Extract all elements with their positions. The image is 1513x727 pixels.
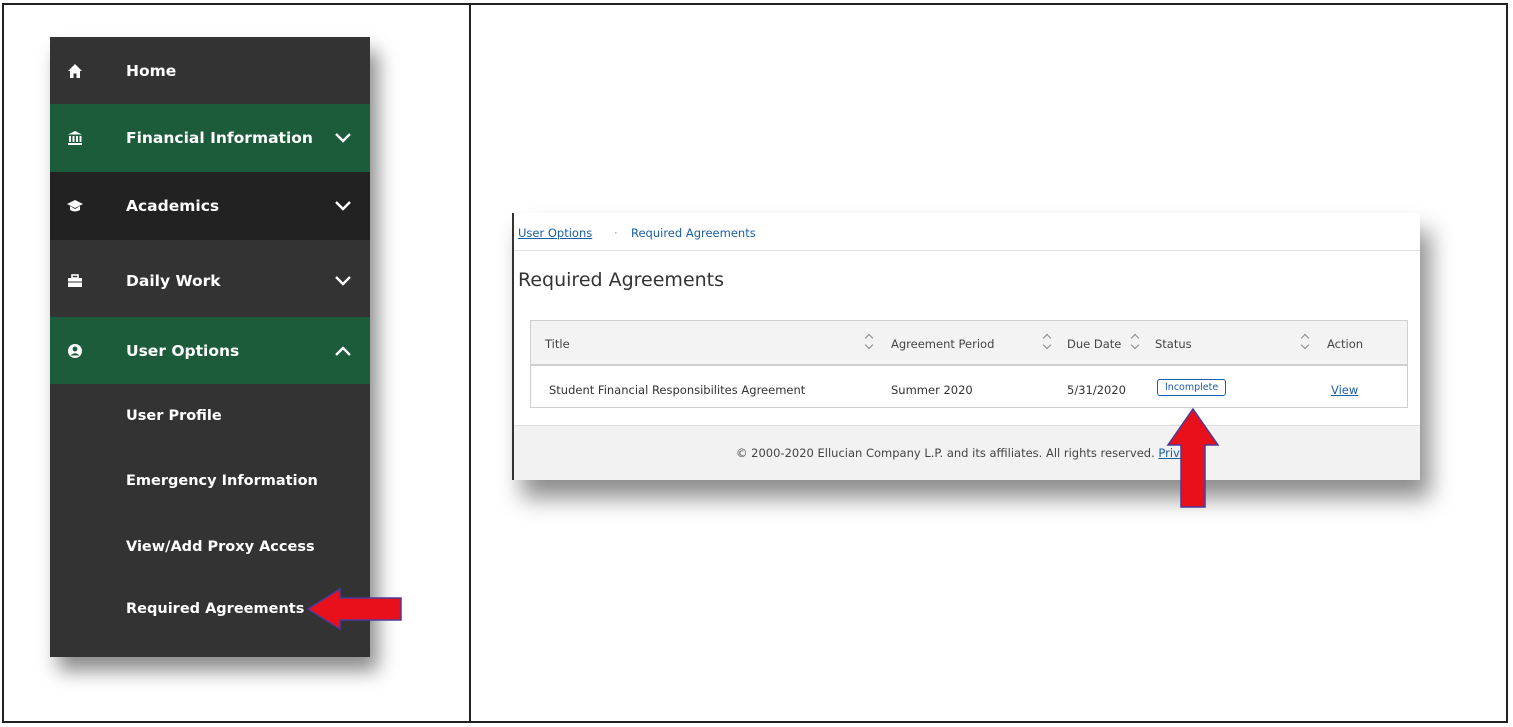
nav-subitem-label: User Profile [126,408,222,424]
breadcrumb-separator: · [614,226,618,240]
sort-icon[interactable] [1301,331,1311,353]
column-header-title[interactable]: Title [545,337,570,351]
sort-icon[interactable] [1131,331,1141,353]
footer: © 2000-2020 Ellucian Company L.P. and it… [514,425,1420,480]
column-divider [469,5,471,721]
nav-subitem-label: Required Agreements [126,601,305,617]
table-header: Title Agreement Period Due Date Status A… [531,321,1407,366]
status-badge: Incomplete [1157,379,1227,396]
user-circle-icon [64,340,86,362]
nav-item-academics[interactable]: Academics [50,172,370,240]
sort-icon[interactable] [1043,331,1053,353]
nav-item-home[interactable]: Home [50,37,370,104]
column-header-agreement-period[interactable]: Agreement Period [891,337,994,351]
nav-item-financial-information[interactable]: Financial Information [50,104,370,172]
cell-title: Student Financial Responsibilites Agreem… [549,383,806,397]
nav-item-daily-work[interactable]: Daily Work [50,247,370,315]
column-header-status[interactable]: Status [1155,337,1192,351]
required-agreements-screenshot: User Options · Required Agreements Requi… [512,213,1420,480]
nav-item-label: Financial Information [126,129,313,147]
red-arrow-left-icon [306,587,402,631]
chevron-up-icon[interactable] [332,340,354,362]
graduation-cap-icon [64,195,86,217]
home-icon [64,60,86,82]
breadcrumb: User Options · Required Agreements [514,213,1420,251]
cell-due-date: 5/31/2020 [1067,383,1126,397]
nav-subitem-user-profile[interactable]: User Profile [50,384,370,448]
column-header-due-date[interactable]: Due Date [1067,337,1121,351]
footer-copyright-text: © 2000-2020 Ellucian Company L.P. and it… [736,446,1155,460]
column-header-action[interactable]: Action [1327,337,1363,351]
nav-subitem-label: View/Add Proxy Access [126,539,315,555]
sort-icon[interactable] [865,331,875,353]
footer-copyright: © 2000-2020 Ellucian Company L.P. and it… [736,446,1187,460]
red-arrow-up-icon [1166,407,1220,508]
nav-item-label: Home [126,61,177,80]
briefcase-icon [64,270,86,292]
nav-subitem-emergency-information[interactable]: Emergency Information [50,448,370,514]
bank-icon [64,127,86,149]
page-title: Required Agreements [518,269,725,291]
breadcrumb-link-user-options[interactable]: User Options [518,226,592,240]
view-link[interactable]: View [1331,383,1358,397]
nav-subitem-label: Emergency Information [126,473,318,489]
breadcrumb-current: Required Agreements [631,226,756,240]
nav-subitem-view-add-proxy-access[interactable]: View/Add Proxy Access [50,514,370,580]
agreements-table: Title Agreement Period Due Date Status A… [530,320,1408,408]
nav-item-user-options[interactable]: User Options [50,317,370,384]
chevron-down-icon[interactable] [332,195,354,217]
chevron-down-icon[interactable] [332,270,354,292]
nav-item-label: Daily Work [126,272,221,290]
chevron-down-icon[interactable] [332,127,354,149]
nav-item-label: Academics [126,197,220,215]
cell-agreement-period: Summer 2020 [891,383,973,397]
side-navigation: Home Financial Information Academics Dai… [50,37,370,657]
nav-item-label: User Options [126,341,240,360]
